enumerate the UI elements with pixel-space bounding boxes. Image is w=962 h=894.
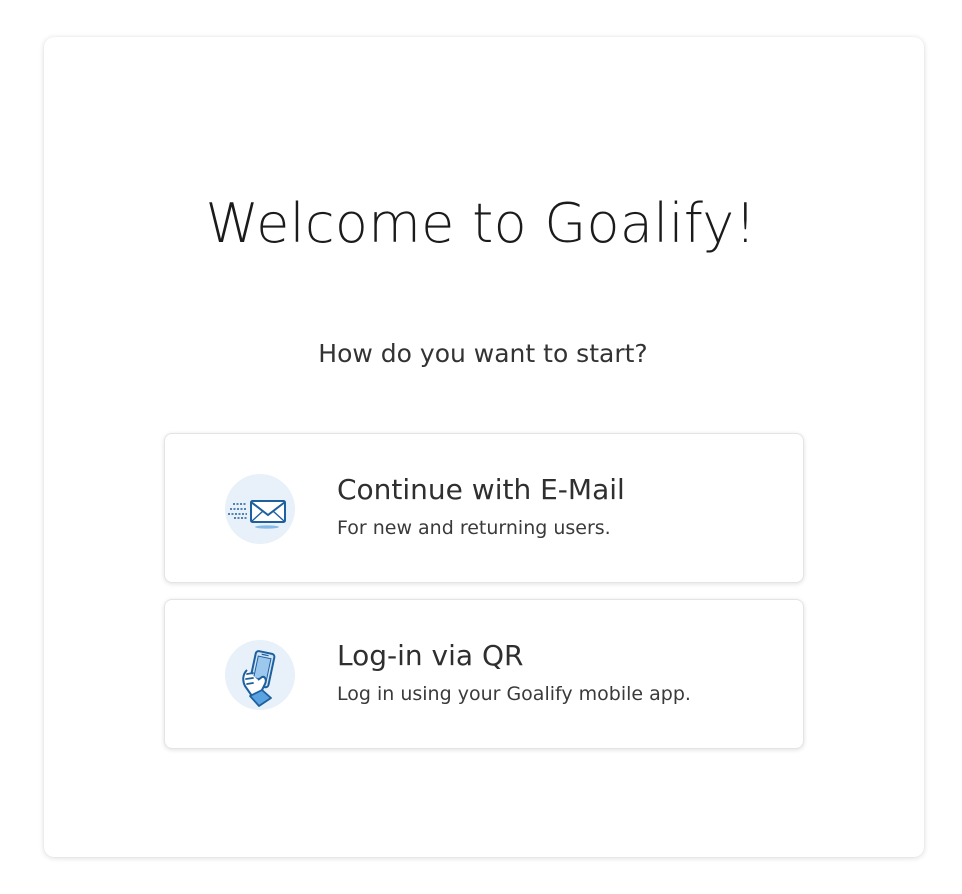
phone-qr-icon [225,640,295,710]
option-description: For new and returning users. [337,517,611,539]
continue-with-email-button[interactable]: Continue with E-Mail For new and returni… [164,433,804,583]
option-title: Continue with E-Mail [337,473,625,506]
page-subtitle: How do you want to start? [318,339,648,368]
login-via-qr-button[interactable]: Log-in via QR Log in using your Goalify … [164,599,804,749]
email-icon [225,474,295,544]
option-title: Log-in via QR [337,639,524,672]
option-description: Log in using your Goalify mobile app. [337,683,691,705]
page-title: Welcome to Goalify! [205,192,757,255]
